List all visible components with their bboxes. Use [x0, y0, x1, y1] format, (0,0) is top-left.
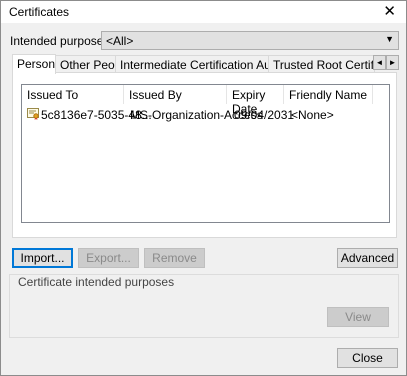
remove-button[interactable]: Remove	[144, 248, 205, 268]
tab-scroll-left-icon[interactable]: ◄	[373, 55, 386, 70]
column-header-friendly-name[interactable]: Friendly Name	[284, 85, 373, 104]
column-header-expiry-date[interactable]: Expiry Date	[227, 85, 284, 116]
tab-label: Other People	[60, 58, 115, 72]
certificate-icon	[27, 108, 39, 120]
tab-personal[interactable]: Personal	[12, 54, 56, 74]
tab-label: Personal	[17, 57, 56, 71]
column-header-label: Friendly Name	[289, 88, 368, 102]
window-title: Certificates	[9, 5, 70, 19]
chevron-down-icon: ▼	[385, 34, 394, 44]
tab-label: Intermediate Certification Authorities	[120, 58, 268, 72]
tab-intermediate-ca[interactable]: Intermediate Certification Authorities	[115, 55, 269, 72]
intended-purpose-label: Intended purpose:	[10, 34, 107, 48]
title-bar: Certificates ✕	[1, 1, 406, 23]
intended-purpose-select[interactable]: <All> ▼	[101, 31, 399, 50]
column-header-label: Issued To	[27, 88, 79, 102]
close-icon[interactable]: ✕	[383, 3, 396, 21]
tab-panel: Issued To Issued By Expiry Date Friendly…	[12, 72, 397, 238]
import-button[interactable]: Import...	[12, 248, 73, 268]
friendly-name-cell: <None>	[291, 108, 334, 122]
certificate-purposes-label: Certificate intended purposes	[17, 275, 176, 289]
tab-trusted-root-ca[interactable]: Trusted Root Certification Authorities	[268, 55, 375, 72]
tab-scroll-right-icon[interactable]: ►	[386, 55, 399, 70]
column-header-issued-by[interactable]: Issued By	[124, 85, 227, 104]
export-button[interactable]: Export...	[78, 248, 139, 268]
intended-purpose-value: <All>	[106, 34, 134, 48]
advanced-button[interactable]: Advanced	[337, 248, 398, 268]
tab-strip: Personal Other People Intermediate Certi…	[12, 54, 392, 74]
table-row[interactable]: 5c8136e7-5035-48... MS-Organization-Acce…	[22, 107, 389, 123]
column-header-issued-to[interactable]: Issued To	[22, 85, 124, 104]
view-button[interactable]: View	[327, 307, 389, 327]
close-button[interactable]: Close	[337, 348, 398, 368]
expiry-date-cell: 09/04/2031	[234, 108, 295, 122]
certificate-list[interactable]: Issued To Issued By Expiry Date Friendly…	[21, 84, 390, 223]
column-header-label: Issued By	[129, 88, 182, 102]
tab-label: Trusted Root Certification Authorities	[273, 58, 374, 72]
tab-other-people[interactable]: Other People	[55, 55, 116, 72]
certificates-dialog: Certificates ✕ Intended purpose: <All> ▼…	[0, 0, 407, 376]
